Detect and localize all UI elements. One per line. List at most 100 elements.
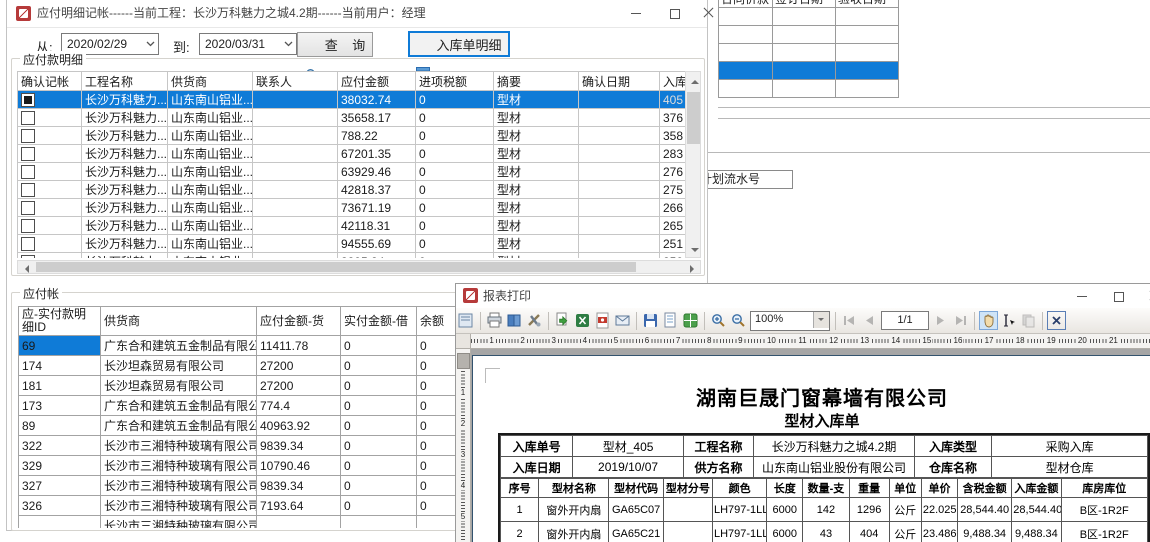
print-icon[interactable] (486, 312, 503, 329)
scroll-up-button[interactable] (687, 73, 700, 88)
title-bar[interactable]: 应付明细记帐------当前工程：长沙万科魅力之城4.2期------当前用户：… (7, 0, 707, 28)
table-row[interactable]: 长沙万科魅力... 山东南山铝业... 94555.69 0 型材 251 (18, 235, 686, 253)
table-row-selected[interactable] (719, 62, 899, 80)
chevron-down-icon[interactable] (813, 312, 829, 328)
confirm-checkbox[interactable] (21, 111, 35, 125)
table-row[interactable]: 长沙万科魅力... 山东南山铝业... 42118.31 0 型材 265 (18, 217, 686, 235)
email-icon[interactable] (614, 312, 631, 329)
confirm-checkbox[interactable] (21, 219, 35, 233)
table-row[interactable] (719, 8, 899, 26)
column-header[interactable]: 应付金额 (338, 72, 416, 91)
vertical-scrollbar[interactable] (685, 71, 701, 258)
confirm-checkbox[interactable] (21, 147, 35, 161)
column-header[interactable]: 确认记帐 (18, 72, 82, 91)
next-page-icon[interactable] (932, 312, 949, 329)
pdf-export-icon[interactable] (594, 312, 611, 329)
table-row[interactable]: 174 长沙坦森贸易有限公司 27200 0 0 (19, 356, 487, 376)
scroll-left-button[interactable] (19, 262, 34, 272)
table-row-selected[interactable]: 长沙万科魅力... 山东南山铝业... 38032.74 0 型材 405 (18, 91, 686, 109)
zoom-level-combo[interactable]: 100% (750, 311, 830, 331)
minimize-button[interactable] (621, 0, 651, 27)
save-icon[interactable] (642, 312, 659, 329)
scroll-down-button[interactable] (687, 241, 700, 256)
confirm-checkbox[interactable] (21, 237, 35, 251)
column-header[interactable]: 应-实付款明细ID (19, 307, 101, 336)
confirm-checkbox[interactable] (21, 201, 35, 215)
table-row[interactable]: 长沙万科魅力... 山东南山铝业... 63929.46 0 型材 276 (18, 163, 686, 181)
inbound-detail-button[interactable]: 入库单明细 (408, 31, 510, 57)
table-row[interactable]: 长沙市三湘特种玻璃有限公司 (19, 516, 487, 529)
confirm-checkbox[interactable] (21, 183, 35, 197)
close-preview-icon[interactable] (1048, 312, 1065, 329)
first-page-icon[interactable] (841, 312, 858, 329)
column-header[interactable]: 验收日期 (836, 0, 899, 8)
confirm-checkbox[interactable] (21, 129, 35, 143)
column-header[interactable]: 签订日期 (773, 0, 836, 8)
column-header[interactable]: 入库 (660, 72, 686, 91)
text-select-icon[interactable] (1000, 312, 1017, 329)
confirm-checkbox[interactable] (21, 255, 35, 258)
table-row[interactable]: 长沙万科魅力... 山东南山铝业... 42818.37 0 型材 275 (18, 181, 686, 199)
zoom-in-icon[interactable] (710, 312, 727, 329)
contract-table: 合同价款 签订日期 验收日期 (718, 0, 899, 98)
pan-hand-icon[interactable] (980, 312, 997, 329)
maximize-button[interactable] (660, 0, 690, 27)
table-row[interactable]: 89 广东合和建筑五金制品有限公司 40963.92 0 0 (19, 416, 487, 436)
table-row[interactable]: 329 长沙市三湘特种玻璃有限公司 10790.46 0 0 (19, 456, 487, 476)
maximize-button[interactable] (1104, 284, 1134, 308)
confirm-checkbox[interactable] (21, 165, 35, 179)
app-icon (16, 6, 31, 21)
column-header[interactable]: 进项税额 (416, 72, 494, 91)
report-table: 入库单号 型材_405 工程名称 长沙万科魅力之城4.2期 入库类型 采购入库 … (498, 433, 1150, 542)
table-row[interactable]: 长沙万科魅力... 山东南山铝业... 788.22 0 型材 358 (18, 127, 686, 145)
table-row[interactable]: 长沙万科魅力... 山东南山铝业... 35658.17 0 型材 376 (18, 109, 686, 127)
column-header[interactable]: 合同价款 (719, 0, 773, 8)
horizontal-scrollbar[interactable] (17, 260, 701, 274)
column-header[interactable]: 摘要 (494, 72, 579, 91)
column-header[interactable]: 联系人 (253, 72, 338, 91)
scrollbar-thumb[interactable] (36, 262, 636, 272)
previous-page-icon[interactable] (861, 312, 878, 329)
column-header[interactable]: 供货商 (101, 307, 257, 336)
table-row[interactable] (719, 80, 899, 98)
scroll-right-button[interactable] (684, 262, 699, 272)
table-row[interactable]: 173 广东合和建筑五金制品有限公司 774.4 0 0 (19, 396, 487, 416)
zoom-out-icon[interactable] (730, 312, 747, 329)
minimize-button[interactable] (1067, 284, 1097, 308)
close-button[interactable] (1139, 284, 1150, 308)
column-header[interactable]: 实付金额-借 (341, 307, 417, 336)
report-page: 湖南巨晟门窗幕墙有限公司 型材入库单 入库单号 型材_405 工程名称 长沙万科… (472, 355, 1150, 542)
table-row[interactable]: 长沙万科魅力... 山东南山铝业... 73671.19 0 型材 266 (18, 199, 686, 217)
last-page-icon[interactable] (952, 312, 969, 329)
column-header[interactable]: 工程名称 (82, 72, 168, 91)
title-bar[interactable]: 报表打印 (456, 284, 1150, 309)
report-row: 1 窗外开内扇 GA65C07 LH797-1LL 6000 142 1296 … (501, 498, 1148, 522)
column-header[interactable]: 确认日期 (579, 72, 660, 91)
document-map-icon[interactable] (458, 312, 475, 329)
table-row[interactable] (719, 26, 899, 44)
export-icon[interactable] (554, 312, 571, 329)
table-row[interactable]: 327 长沙市三湘特种玻璃有限公司 9839.34 0 0 (19, 476, 487, 496)
close-button[interactable] (693, 0, 723, 27)
page-setup-icon[interactable] (506, 312, 523, 329)
ruler-thumb[interactable] (457, 353, 470, 369)
confirm-checkbox[interactable] (21, 93, 35, 107)
to-date-combo[interactable]: 2020/03/31 (199, 33, 297, 55)
report-design-icon[interactable] (526, 312, 543, 329)
page-number-input[interactable]: 1/1 (881, 311, 929, 330)
table-row[interactable]: 322 长沙市三湘特种玻璃有限公司 9839.34 0 0 (19, 436, 487, 456)
table-row[interactable]: 181 长沙坦森贸易有限公司 27200 0 0 (19, 376, 487, 396)
table-row[interactable]: 69 广东合和建筑五金制品有限公司 11411.78 0 0 (19, 336, 487, 356)
open-report-icon[interactable] (662, 312, 679, 329)
column-header[interactable]: 供货商 (168, 72, 253, 91)
table-row[interactable] (719, 44, 899, 62)
scrollbar-thumb[interactable] (687, 92, 700, 144)
table-row[interactable]: 长沙万科魅力... 山东南山铝业... 3895.84 0 型材 250 (18, 253, 686, 259)
data-table-icon[interactable] (682, 312, 699, 329)
query-button[interactable]: 查 询 (297, 32, 373, 57)
column-header[interactable]: 应付金额-货 (257, 307, 341, 336)
table-row[interactable]: 长沙万科魅力... 山东南山铝业... 67201.35 0 型材 283 (18, 145, 686, 163)
table-row[interactable]: 326 长沙市三湘特种玻璃有限公司 7193.64 0 0 (19, 496, 487, 516)
excel-export-icon[interactable] (574, 312, 591, 329)
copy-page-icon[interactable] (1020, 312, 1037, 329)
